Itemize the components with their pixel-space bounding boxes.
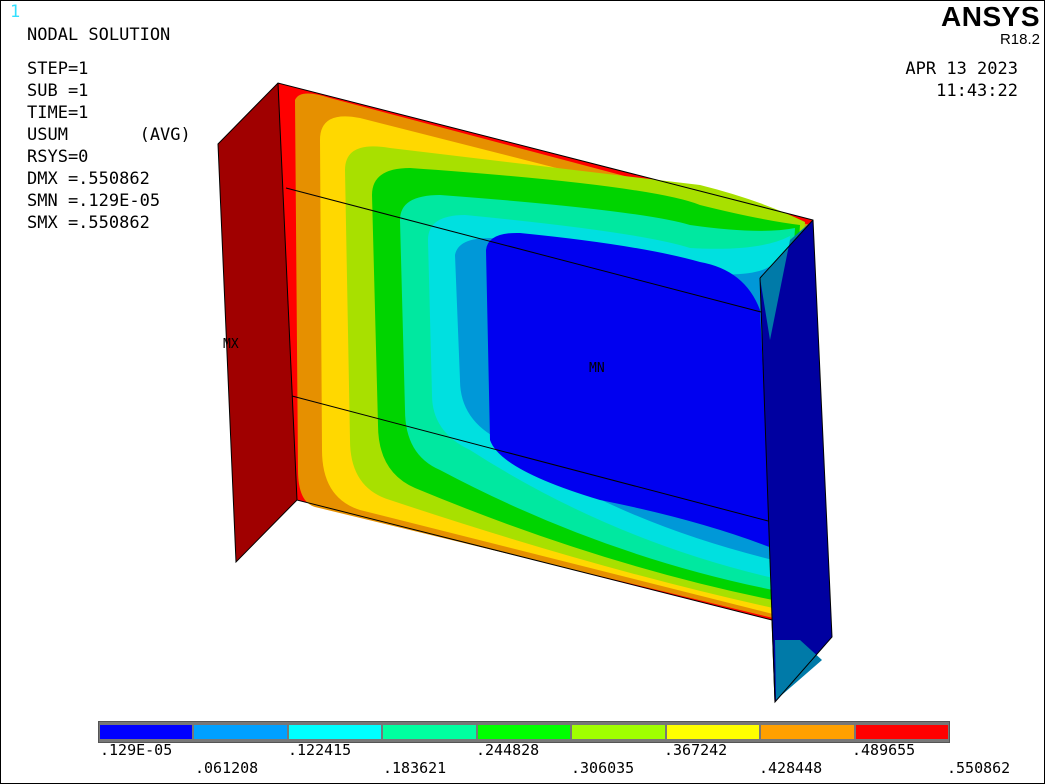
- legend-label: .489655: [852, 741, 916, 759]
- legend-swatch: [477, 725, 571, 739]
- legend-label: .183621: [383, 759, 447, 777]
- legend-label: .129E-05: [100, 741, 173, 759]
- legend-swatch: [666, 725, 760, 739]
- legend-swatch: [288, 725, 382, 739]
- legend-swatch: [100, 725, 193, 739]
- max-marker: MX: [223, 337, 239, 352]
- legend-swatch: [572, 725, 665, 739]
- legend-swatch: [194, 725, 287, 739]
- min-marker: MN: [589, 361, 605, 376]
- legend-label: .122415: [288, 741, 352, 759]
- legend-swatch: [383, 725, 476, 739]
- legend-label: .550862: [947, 759, 1011, 777]
- legend-label: .306035: [571, 759, 635, 777]
- legend-swatch: [761, 725, 854, 739]
- legend-label: .367242: [664, 741, 728, 759]
- legend-swatch: [855, 725, 948, 739]
- legend-label: .061208: [195, 759, 259, 777]
- legend-label: .244828: [476, 741, 540, 759]
- contour-model[interactable]: MX MN: [0, 0, 1045, 784]
- contour-legend-bar: [98, 721, 950, 743]
- legend-label: .428448: [759, 759, 823, 777]
